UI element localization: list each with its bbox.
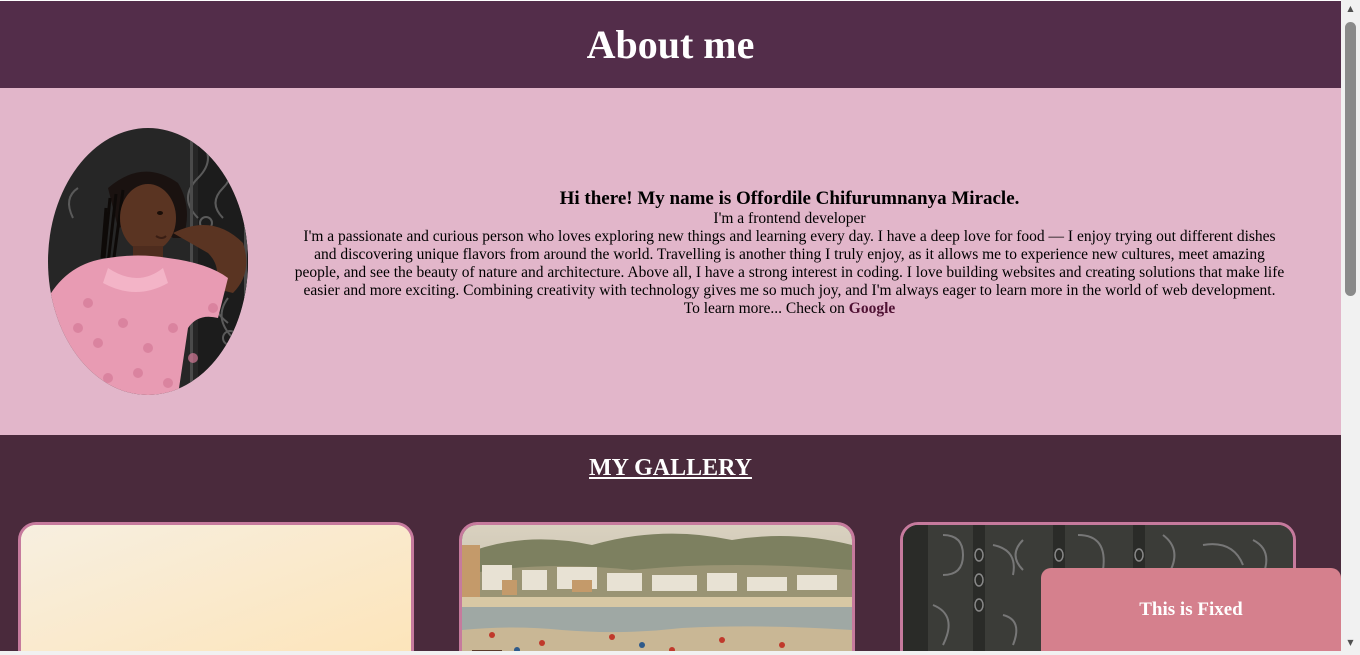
- greeting-heading: Hi there! My name is Offordile Chifurumn…: [559, 188, 1020, 209]
- gallery-card-2[interactable]: [459, 522, 855, 651]
- scrollbar-thumb[interactable]: [1345, 22, 1356, 296]
- scroll-down-arrow-icon[interactable]: ▼: [1341, 634, 1360, 651]
- gallery-photo-cream: [21, 525, 411, 651]
- vertical-scrollbar[interactable]: ▲ ▼: [1341, 0, 1360, 651]
- page-header: About me: [0, 1, 1341, 88]
- page-title: About me: [586, 22, 755, 67]
- learn-more-prefix: To learn more... Check on: [683, 300, 849, 317]
- learn-more-line: To learn more... Check on Google: [292, 300, 1287, 318]
- avatar: [48, 128, 248, 395]
- page: About me Hi there! My name is Offordile …: [0, 0, 1341, 651]
- about-text: Hi there! My name is Offordile Chifurumn…: [292, 188, 1287, 318]
- gallery-card-1[interactable]: [18, 522, 414, 651]
- about-section: Hi there! My name is Offordile Chifurumn…: [0, 88, 1341, 435]
- bottom-edge: [0, 651, 1360, 655]
- gallery-photo-beach: [462, 525, 852, 651]
- fixed-box: This is Fixed: [1041, 568, 1341, 651]
- google-link[interactable]: Google: [849, 300, 896, 317]
- gallery-title: MY GALLERY: [589, 455, 752, 481]
- role-text: I'm a frontend developer: [713, 210, 866, 227]
- bio-text: I'm a passionate and curious person who …: [294, 228, 1285, 299]
- scroll-up-arrow-icon[interactable]: ▲: [1341, 0, 1360, 17]
- profile-photo: [48, 128, 248, 395]
